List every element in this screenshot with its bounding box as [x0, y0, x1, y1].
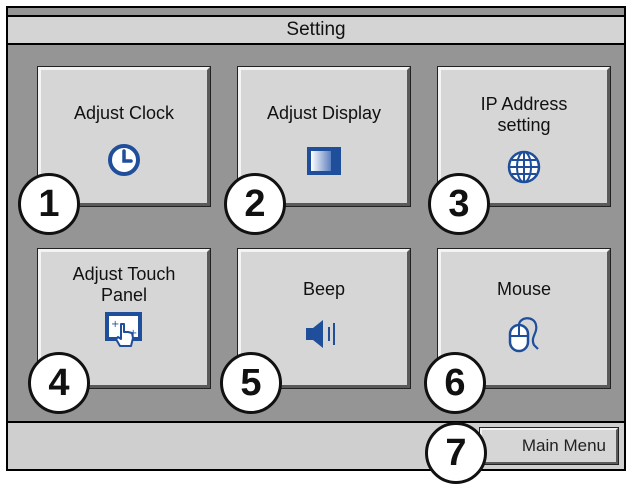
- touch-panel-label-line1: Adjust Touch: [72, 264, 176, 284]
- speaker-icon: [306, 320, 335, 348]
- callout-badge-3: 3: [428, 173, 490, 235]
- callout-badge-5: 5: [220, 352, 282, 414]
- adjust-clock-label: Adjust Clock: [73, 103, 175, 123]
- touch-panel-icon: + +: [105, 312, 142, 347]
- adjust-display-label: Adjust Display: [266, 103, 382, 123]
- ip-address-label-line1: IP Address: [480, 94, 568, 114]
- title-bar: Setting: [6, 15, 626, 45]
- touch-panel-label-line2: Panel: [100, 285, 148, 305]
- main-menu-label: Main Menu: [521, 436, 606, 455]
- callout-badge-7: 7: [425, 422, 487, 484]
- globe-icon: [507, 150, 541, 184]
- ip-address-label-line2: setting: [497, 115, 551, 135]
- callout-badge-1: 1: [18, 173, 80, 235]
- beep-label: Beep: [302, 279, 346, 299]
- display-icon: [307, 147, 341, 175]
- mouse-icon: [508, 317, 539, 353]
- mouse-label: Mouse: [496, 279, 552, 299]
- callout-badge-2: 2: [224, 173, 286, 235]
- svg-text:+: +: [111, 319, 119, 330]
- main-menu-button[interactable]: Main Menu: [479, 427, 619, 465]
- window-title: Setting: [286, 19, 346, 40]
- callout-badge-4: 4: [28, 352, 90, 414]
- callout-badge-6: 6: [424, 352, 486, 414]
- clock-icon: [108, 144, 140, 176]
